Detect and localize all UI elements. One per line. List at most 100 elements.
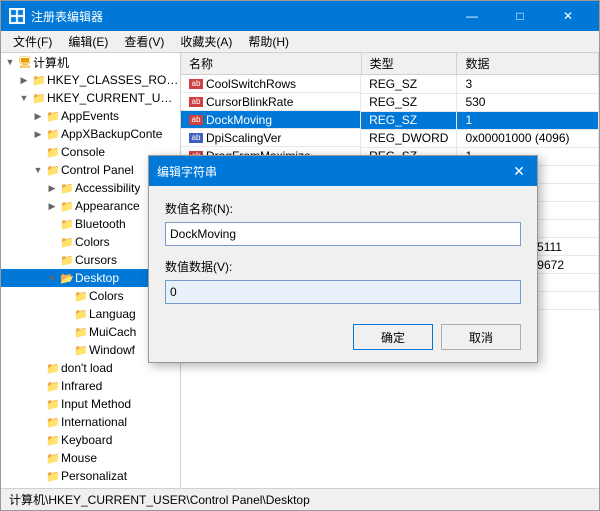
folder-icon: 📁 (59, 199, 75, 213)
tree-item-inputmethod[interactable]: 📁 Input Method (1, 395, 180, 413)
tree-item-personalization[interactable]: 📁 Personalizat (1, 467, 180, 485)
close-button[interactable]: ✕ (545, 1, 591, 31)
title-bar: 注册表编辑器 — □ ✕ (1, 1, 599, 31)
tree-label: 计算机 (33, 54, 69, 71)
folder-icon: 📁 (73, 307, 89, 321)
tree-item-appxbackup[interactable]: ▶ 📁 AppXBackupConte (1, 125, 180, 143)
cell-type: REG_SZ (361, 111, 457, 129)
tree-item-international[interactable]: 📁 International (1, 413, 180, 431)
dialog-name-input[interactable] (165, 222, 521, 246)
folder-icon: 📁 (31, 91, 47, 105)
dialog-close-button[interactable]: ✕ (509, 161, 529, 181)
folder-icon: 📁 (45, 109, 61, 123)
folder-icon: 📁 (73, 289, 89, 303)
maximize-button[interactable]: □ (497, 1, 543, 31)
folder-icon: 📁 (45, 163, 61, 177)
expand-icon: ▶ (31, 109, 45, 123)
folder-icon: 🖥 (17, 55, 33, 69)
cell-value: 3 (457, 75, 599, 94)
expand-icon: ▶ (45, 199, 59, 213)
folder-icon: 📂 (59, 271, 75, 285)
minimize-button[interactable]: — (449, 1, 495, 31)
folder-icon: 📁 (59, 235, 75, 249)
menu-edit[interactable]: 编辑(E) (60, 31, 116, 52)
tree-item-mouse[interactable]: 📁 Mouse (1, 449, 180, 467)
folder-icon: 📁 (45, 469, 61, 483)
folder-icon: 📁 (45, 361, 61, 375)
tree-item-hkcu[interactable]: ▼ 📁 HKEY_CURRENT_USER (1, 89, 180, 107)
folder-icon: 📁 (45, 415, 61, 429)
table-row[interactable]: abCoolSwitchRowsREG_SZ3 (181, 75, 599, 94)
cell-type: REG_SZ (361, 75, 457, 94)
tree-label: Colors (75, 235, 110, 249)
tree-label: Windowf (89, 343, 135, 357)
expand-icon: ▼ (17, 91, 31, 105)
dialog-ok-button[interactable]: 确定 (353, 324, 433, 350)
col-header-name[interactable]: 名称 (181, 53, 361, 75)
tree-item-appevents[interactable]: ▶ 📁 AppEvents (1, 107, 180, 125)
folder-icon: 📁 (59, 217, 75, 231)
expand-icon: ▶ (31, 127, 45, 141)
folder-icon: 📁 (45, 451, 61, 465)
tree-label: Desktop (75, 271, 119, 285)
dialog-title: 编辑字符串 (157, 163, 217, 180)
cell-type: REG_SZ (361, 93, 457, 111)
cell-name: abCoolSwitchRows (181, 75, 361, 93)
table-row[interactable]: abDpiScalingVerREG_DWORD0x00001000 (4096… (181, 129, 599, 147)
tree-item-computer[interactable]: ▼ 🖥 计算机 (1, 53, 180, 71)
tree-label: Languag (89, 307, 136, 321)
folder-icon: 📁 (45, 397, 61, 411)
cell-name: abDpiScalingVer (181, 129, 361, 147)
expand-icon: ▶ (17, 73, 31, 87)
tree-label: Colors (89, 289, 124, 303)
tree-label: Personalizat (61, 469, 127, 483)
tree-label: Input Method (61, 397, 131, 411)
menu-favorites[interactable]: 收藏夹(A) (172, 31, 240, 52)
menu-view[interactable]: 查看(V) (116, 31, 172, 52)
reg-type-icon: ab (189, 133, 203, 143)
menu-file[interactable]: 文件(F) (5, 31, 60, 52)
col-header-type[interactable]: 类型 (361, 53, 457, 75)
expand-icon: ▼ (45, 271, 59, 285)
window-title: 注册表编辑器 (31, 8, 103, 25)
dialog-data-input[interactable] (165, 280, 521, 304)
tree-label: AppXBackupConte (61, 127, 162, 141)
status-bar: 计算机\HKEY_CURRENT_USER\Control Panel\Desk… (1, 488, 599, 510)
expand-icon: ▶ (45, 181, 59, 195)
menu-bar: 文件(F) 编辑(E) 查看(V) 收藏夹(A) 帮助(H) (1, 31, 599, 53)
app-icon (9, 8, 25, 24)
table-row[interactable]: abDockMovingREG_SZ1 (181, 111, 599, 129)
tree-item-infrared[interactable]: 📁 Infrared (1, 377, 180, 395)
folder-icon: 📁 (59, 181, 75, 195)
menu-help[interactable]: 帮助(H) (240, 31, 297, 52)
tree-label: Mouse (61, 451, 97, 465)
tree-label: Control Panel (61, 163, 134, 177)
tree-item-hkcr[interactable]: ▶ 📁 HKEY_CLASSES_ROOT (1, 71, 180, 89)
tree-label: AppEvents (61, 109, 119, 123)
table-row[interactable]: abCursorBlinkRateREG_SZ530 (181, 93, 599, 111)
col-header-data[interactable]: 数据 (457, 53, 599, 75)
folder-icon: 📁 (45, 433, 61, 447)
edit-string-dialog: 编辑字符串 ✕ 数值名称(N): 数值数据(V): 确定 取消 (148, 155, 538, 363)
tree-label: Accessibility (75, 181, 140, 195)
dialog-cancel-button[interactable]: 取消 (441, 324, 521, 350)
reg-type-icon: ab (189, 79, 203, 89)
dialog-title-bar: 编辑字符串 ✕ (149, 156, 537, 186)
folder-icon: 📁 (31, 73, 47, 87)
tree-item-keyboard[interactable]: 📁 Keyboard (1, 431, 180, 449)
folder-icon: 📁 (45, 145, 61, 159)
title-bar-controls: — □ ✕ (449, 1, 591, 31)
status-path: 计算机\HKEY_CURRENT_USER\Control Panel\Desk… (9, 491, 310, 508)
cell-value: 530 (457, 93, 599, 111)
tree-label: International (61, 415, 127, 429)
dialog-content: 数值名称(N): 数值数据(V): 确定 取消 (149, 186, 537, 362)
folder-icon: 📁 (45, 127, 61, 141)
dialog-buttons: 确定 取消 (165, 324, 521, 350)
tree-label: Appearance (75, 199, 140, 213)
cell-value: 0x00001000 (4096) (457, 129, 599, 147)
cell-name: abDockMoving (181, 111, 361, 129)
reg-type-icon: ab (189, 115, 203, 125)
reg-type-icon: ab (189, 97, 203, 107)
tree-label: Keyboard (61, 433, 112, 447)
tree-label: Cursors (75, 253, 117, 267)
